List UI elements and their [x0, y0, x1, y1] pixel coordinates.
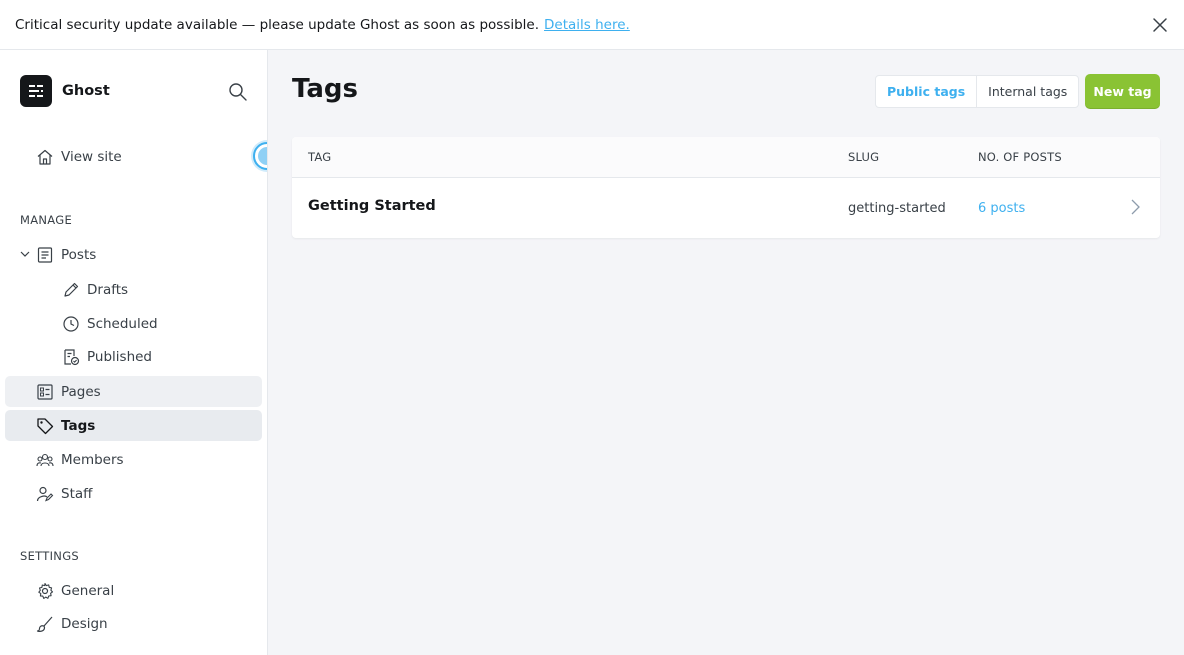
published-icon [64, 349, 80, 366]
sidebar-item-pages[interactable]: Pages [5, 376, 262, 407]
sidebar-item-label: Pages [61, 383, 101, 400]
sidebar-item-tags[interactable]: Tags [5, 410, 262, 441]
pencil-icon [64, 282, 79, 297]
table-row[interactable]: Getting Started getting-started 6 posts [292, 178, 1160, 238]
pages-icon [37, 384, 53, 400]
column-header-slug: SLUG [848, 150, 880, 164]
ghost-logo-icon [20, 75, 52, 107]
tag-post-count-link[interactable]: 6 posts [978, 201, 1025, 216]
sidebar: Ghost View site MANAGE Posts Drafts Sche… [0, 50, 268, 655]
posts-icon [37, 247, 53, 263]
close-icon[interactable] [1150, 15, 1170, 35]
sidebar-item-posts[interactable]: Posts [5, 239, 262, 270]
internal-tags-tab[interactable]: Internal tags [977, 76, 1078, 107]
sidebar-item-label: Drafts [87, 281, 129, 298]
brush-icon [36, 616, 53, 632]
clock-icon [63, 316, 79, 332]
sidebar-item-label: General [61, 582, 115, 599]
update-banner: Critical security update available — ple… [0, 0, 1184, 50]
sidebar-item-published[interactable]: Published [5, 341, 262, 372]
sidebar-item-general[interactable]: General [5, 575, 262, 606]
members-icon [36, 453, 54, 467]
tag-icon [37, 418, 54, 435]
tag-type-switch: Public tags Internal tags [875, 75, 1080, 108]
search-icon[interactable] [228, 82, 248, 102]
sidebar-item-label: Published [87, 348, 152, 365]
manage-section-label: MANAGE [20, 213, 73, 227]
table-header: TAG SLUG NO. OF POSTS [292, 137, 1160, 178]
banner-details-link[interactable]: Details here. [544, 17, 630, 33]
tag-name[interactable]: Getting Started [308, 198, 436, 214]
column-header-tag: TAG [308, 150, 332, 164]
chevron-right-icon[interactable] [1128, 197, 1142, 217]
home-icon [37, 149, 53, 165]
staff-icon [36, 486, 54, 502]
brand-name: Ghost [62, 83, 110, 99]
sidebar-item-label: View site [61, 148, 122, 165]
sidebar-item-scheduled[interactable]: Scheduled [5, 308, 262, 339]
new-tag-button[interactable]: New tag [1085, 74, 1160, 109]
banner-message: Critical security update available — ple… [15, 16, 540, 33]
tags-table: TAG SLUG NO. OF POSTS Getting Started ge… [292, 137, 1160, 238]
sidebar-item-members[interactable]: Members [5, 444, 262, 475]
sidebar-item-view-site[interactable]: View site [5, 141, 262, 172]
sidebar-item-label: Staff [61, 485, 93, 502]
settings-section-label: SETTINGS [20, 549, 80, 563]
brand[interactable]: Ghost [20, 75, 110, 107]
chevron-down-icon[interactable] [19, 248, 31, 260]
gear-icon [38, 582, 54, 599]
tag-slug: getting-started [848, 201, 946, 216]
sidebar-item-label: Design [61, 615, 108, 632]
sidebar-item-staff[interactable]: Staff [5, 478, 262, 509]
sidebar-item-label: Members [61, 451, 124, 468]
page-title: Tags [292, 74, 359, 104]
column-header-posts: NO. OF POSTS [978, 150, 1062, 164]
sidebar-item-label: Scheduled [87, 315, 158, 332]
sidebar-item-label: Posts [61, 246, 97, 263]
public-tags-tab[interactable]: Public tags [876, 76, 976, 107]
sidebar-item-label: Tags [61, 417, 96, 434]
sidebar-item-drafts[interactable]: Drafts [5, 274, 262, 305]
sidebar-item-design[interactable]: Design [5, 608, 262, 639]
